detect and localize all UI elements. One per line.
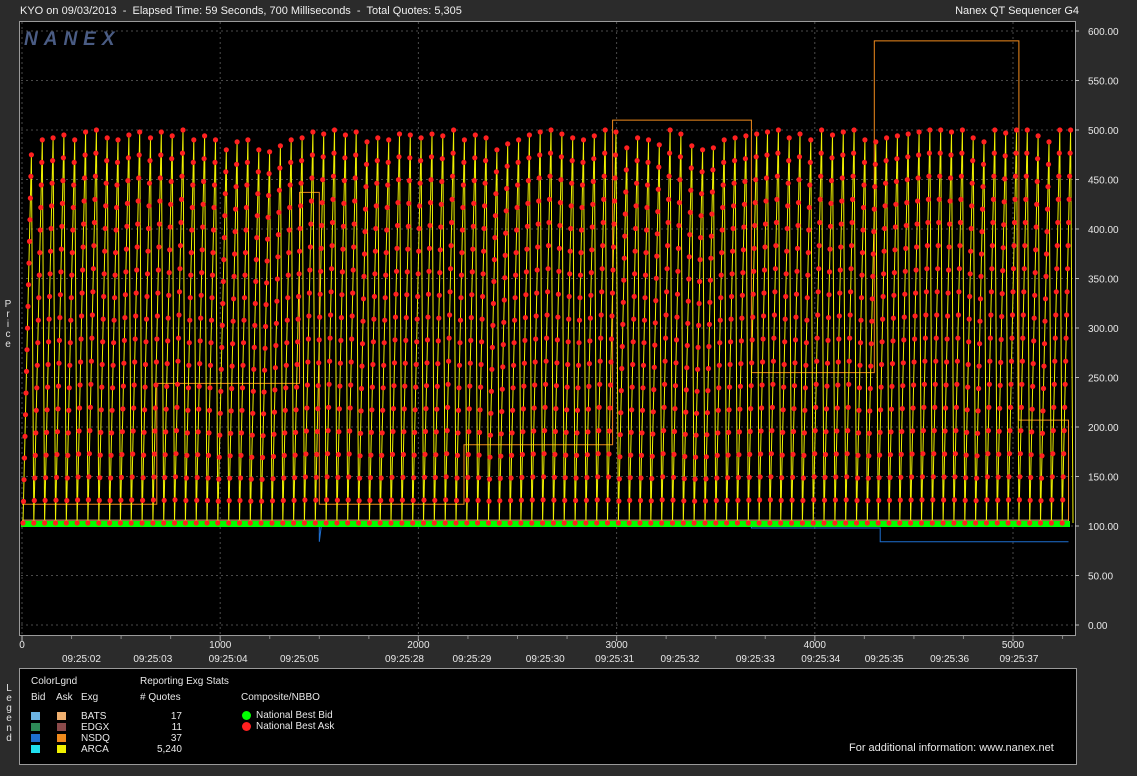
bats-ask-swatch — [57, 712, 66, 720]
series-nsdq-bid — [22, 525, 1069, 543]
y-tick-label: 150.00 — [1088, 473, 1119, 484]
legend-side-label: Legend — [6, 683, 12, 744]
x-tick-label: 3000 — [605, 640, 628, 651]
bats-bid-swatch — [31, 712, 40, 720]
edgx-quote-count: 11 — [171, 722, 182, 733]
time-label: 09:25:02 — [62, 654, 101, 665]
x-tick-label: 1000 — [209, 640, 232, 651]
y-tick-label: 500.00 — [1088, 126, 1119, 137]
best-ask-dot — [242, 722, 251, 731]
price-chart[interactable]: 0.00 50.00 100.00 150.00 200.00 250.00 300.00 3… — [0, 0, 1137, 668]
time-label: 09:25:31 — [595, 654, 634, 665]
additional-info-link[interactable]: For additional information: www.nanex.ne… — [849, 742, 1054, 754]
x-tick-label: 5000 — [1002, 640, 1025, 651]
arca-bid-swatch — [31, 745, 40, 753]
time-label: 09:25:37 — [999, 654, 1038, 665]
edgx-ask-swatch — [57, 723, 66, 731]
y-tick-label: 250.00 — [1088, 374, 1119, 385]
x-tick-label: 2000 — [407, 640, 430, 651]
time-label: 09:25:36 — [930, 654, 969, 665]
col-exg-header: Exg — [81, 692, 99, 703]
nanex-watermark: NANEX — [24, 29, 121, 50]
edgx-exchange-name: EDGX — [81, 722, 110, 733]
y-tick-label: 200.00 — [1088, 423, 1119, 434]
time-label: 09:25:28 — [385, 654, 424, 665]
y-tick-label: 50.00 — [1088, 572, 1113, 583]
arca-quote-count: 5,240 — [156, 744, 182, 755]
best-bid-label: National Best Bid — [256, 710, 333, 721]
time-label: 09:25:05 — [280, 654, 319, 665]
bats-quote-count: 17 — [170, 711, 182, 722]
arca-exchange-name: ARCA — [81, 744, 109, 755]
y-tick-label: 550.00 — [1088, 77, 1119, 88]
nsdq-bid-swatch — [31, 734, 40, 742]
nsdq-quote-count: 37 — [170, 733, 182, 744]
nsdq-exchange-name: NSDQ — [81, 733, 110, 744]
best-bid-dot — [242, 711, 251, 720]
arca-ask-swatch — [57, 745, 66, 753]
y-tick-label: 0.00 — [1088, 621, 1108, 632]
time-label: 09:25:32 — [661, 654, 700, 665]
col-ask-header: Ask — [56, 692, 73, 703]
color-legend-title: ColorLgnd — [31, 676, 78, 687]
edgx-bid-swatch — [31, 723, 40, 731]
series-layer — [20, 40, 1074, 543]
stats-column-header: # Quotes — [140, 692, 181, 703]
time-label: 09:25:04 — [209, 654, 248, 665]
composite-title: Composite/NBBO — [241, 692, 320, 703]
series-nsdq-ask — [22, 40, 1069, 523]
time-label: 09:25:03 — [133, 654, 172, 665]
x-tick-label: 0 — [19, 640, 25, 651]
time-label: 09:25:30 — [526, 654, 565, 665]
best-ask-label: National Best Ask — [256, 721, 335, 732]
time-label: 09:25:33 — [736, 654, 775, 665]
time-label: 09:25:34 — [801, 654, 840, 665]
bats-exchange-name: BATS — [81, 711, 107, 722]
series-arca-ask — [22, 129, 1074, 524]
y-tick-label: 600.00 — [1088, 27, 1119, 38]
x-tick-label: 4000 — [804, 640, 827, 651]
y-tick-label: 400.00 — [1088, 225, 1119, 236]
y-tick-label: 450.00 — [1088, 176, 1119, 187]
time-label: 09:25:29 — [452, 654, 491, 665]
col-bid-header: Bid — [31, 692, 46, 703]
time-label: 09:25:35 — [865, 654, 904, 665]
legend-panel: ColorLgnd Bid Ask Exg Reporting Exg Stat… — [19, 668, 1077, 765]
y-tick-label: 350.00 — [1088, 275, 1119, 286]
stats-title: Reporting Exg Stats — [140, 676, 229, 687]
y-tick-label: 300.00 — [1088, 324, 1119, 335]
y-tick-label: 100.00 — [1088, 522, 1119, 533]
nsdq-ask-swatch — [57, 734, 66, 742]
